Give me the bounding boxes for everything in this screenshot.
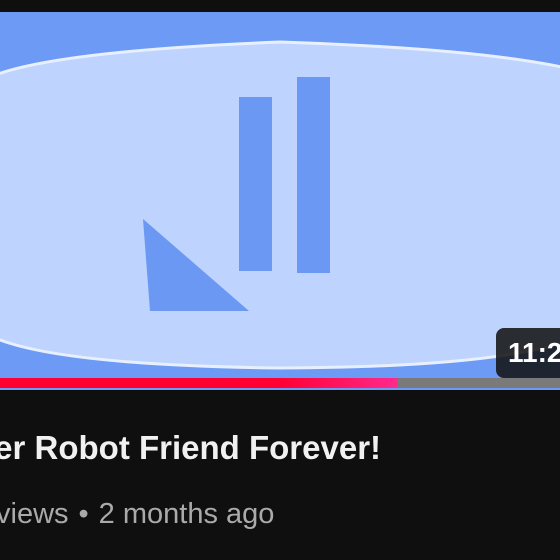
watch-progress-bar <box>0 378 560 388</box>
video-metadata: views • 2 months ago <box>0 490 560 538</box>
watch-progress-fill <box>0 378 398 388</box>
view-count: views <box>0 498 69 530</box>
thumbnail-inner-panel <box>0 40 560 370</box>
meta-separator: • <box>78 498 89 530</box>
logo-bar-right <box>297 77 330 273</box>
video-card: 11:2 ber Robot Friend Forever! views • 2 m… <box>0 0 560 560</box>
video-title[interactable]: ber Robot Friend Forever! <box>0 422 560 474</box>
video-thumbnail[interactable]: 11:2 <box>0 12 560 390</box>
logo-bar-left <box>239 97 272 271</box>
thumbnail-artwork <box>0 40 560 370</box>
duration-badge: 11:2 <box>496 328 560 378</box>
upload-age: 2 months ago <box>98 498 275 530</box>
